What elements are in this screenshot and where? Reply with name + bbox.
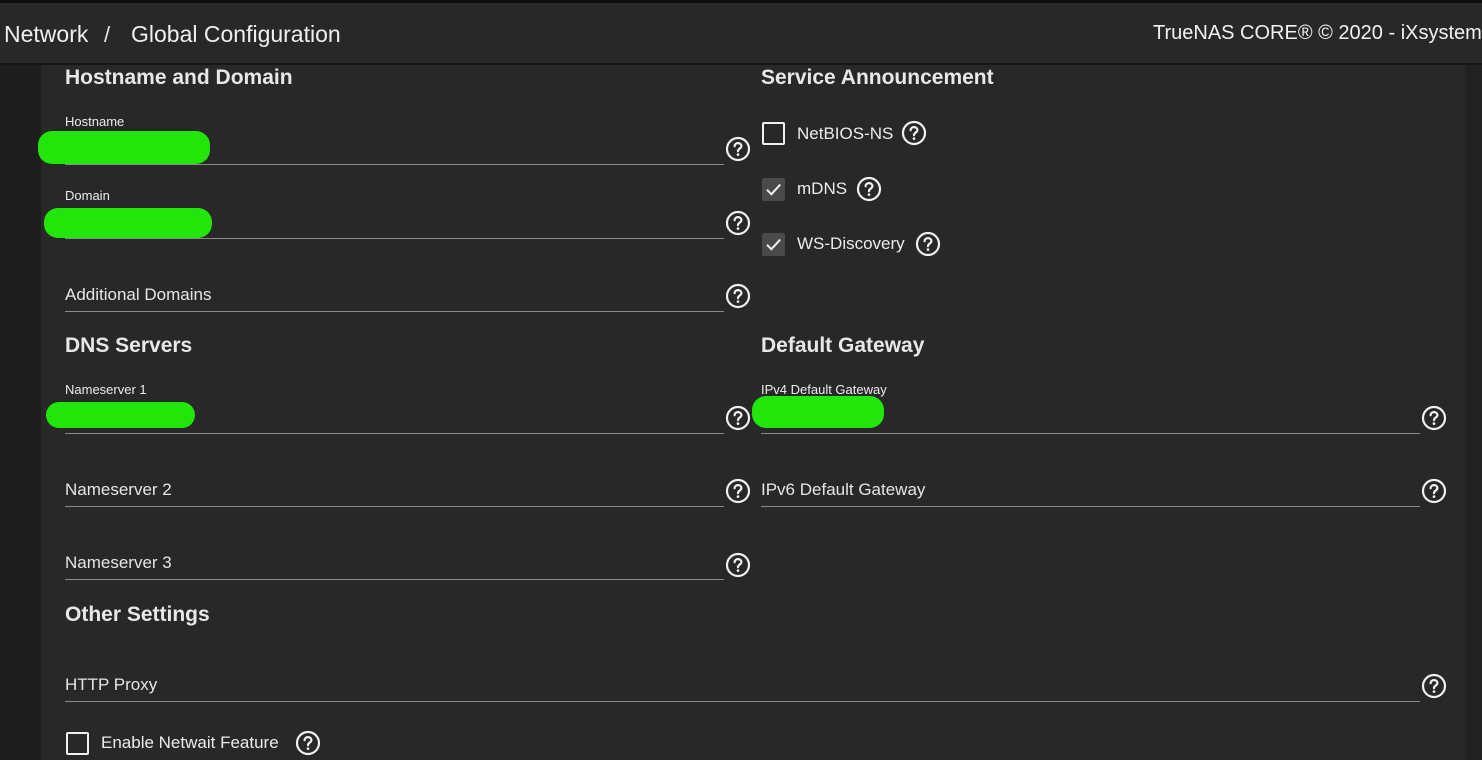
- nameserver1-help-icon[interactable]: [725, 405, 751, 431]
- sidebar-edge: [0, 65, 41, 760]
- ipv6-gateway-help-icon[interactable]: [1421, 478, 1447, 504]
- mdns-label: mDNS: [797, 179, 848, 198]
- ipv4-gateway-label: IPv4 Default Gateway: [761, 382, 887, 397]
- mdns-checkbox[interactable]: [762, 178, 785, 201]
- nameserver1-redaction: [46, 402, 195, 428]
- domain-help-icon[interactable]: [725, 210, 751, 236]
- netbios-ns-checkbox[interactable]: [762, 122, 785, 145]
- hostname-underline: [65, 164, 724, 165]
- hostname-domain-title: Hostname and Domain: [65, 66, 293, 89]
- netwait-checkbox[interactable]: [66, 732, 89, 755]
- netwait-label: Enable Netwait Feature: [101, 733, 279, 752]
- additional-domains-underline: [65, 311, 724, 312]
- scrollbar-track[interactable]: [1465, 65, 1482, 760]
- other-settings-title: Other Settings: [65, 603, 210, 626]
- hostname-label: Hostname: [65, 114, 125, 129]
- ws-discovery-label: WS-Discovery: [797, 234, 905, 253]
- domain-label: Domain: [65, 188, 110, 203]
- dns-servers-title: DNS Servers: [65, 334, 193, 357]
- nameserver2-input[interactable]: Nameserver 2: [65, 480, 172, 500]
- mdns-help-icon[interactable]: [856, 176, 882, 202]
- service-announcement-title: Service Announcement: [761, 66, 994, 89]
- ipv4-gateway-help-icon[interactable]: [1421, 405, 1447, 431]
- http-proxy-input[interactable]: HTTP Proxy: [65, 675, 157, 695]
- domain-redaction: [44, 208, 212, 238]
- netbios-ns-label: NetBIOS-NS: [797, 124, 894, 143]
- netbios-ns-help-icon[interactable]: [901, 120, 927, 146]
- ipv4-gateway-redaction: [752, 396, 884, 428]
- nameserver1-underline: [65, 433, 724, 434]
- breadcrumb-global-configuration: Global Configuration: [131, 21, 341, 47]
- additional-domains-input[interactable]: Additional Domains: [65, 285, 211, 305]
- default-gateway-title: Default Gateway: [761, 334, 925, 357]
- ws-discovery-checkbox[interactable]: [762, 233, 785, 256]
- hostname-help-icon[interactable]: [725, 136, 751, 162]
- breadcrumb-separator: /: [104, 22, 111, 47]
- breadcrumb-network[interactable]: Network: [4, 21, 88, 48]
- ws-discovery-help-icon[interactable]: [915, 231, 941, 257]
- hostname-redaction: [38, 131, 210, 164]
- netwait-help-icon[interactable]: [295, 730, 321, 756]
- ipv6-gateway-underline: [761, 506, 1420, 507]
- domain-underline: [65, 238, 724, 239]
- page-header: Network / Global Configuration TrueNAS C…: [0, 3, 1482, 65]
- nameserver1-label: Nameserver 1: [65, 382, 147, 397]
- check-icon: [766, 238, 781, 251]
- copyright-text: TrueNAS CORE® © 2020 - iXsystem: [1153, 22, 1482, 44]
- check-icon: [766, 183, 781, 196]
- nameserver3-help-icon[interactable]: [725, 552, 751, 578]
- nameserver3-input[interactable]: Nameserver 3: [65, 553, 172, 573]
- http-proxy-help-icon[interactable]: [1421, 673, 1447, 699]
- ipv6-gateway-input[interactable]: IPv6 Default Gateway: [761, 480, 925, 500]
- nameserver3-underline: [65, 579, 724, 580]
- nameserver2-underline: [65, 506, 724, 507]
- additional-domains-help-icon[interactable]: [725, 283, 751, 309]
- http-proxy-underline: [65, 701, 1420, 702]
- nameserver2-help-icon[interactable]: [725, 478, 751, 504]
- ipv4-gateway-underline: [761, 433, 1420, 434]
